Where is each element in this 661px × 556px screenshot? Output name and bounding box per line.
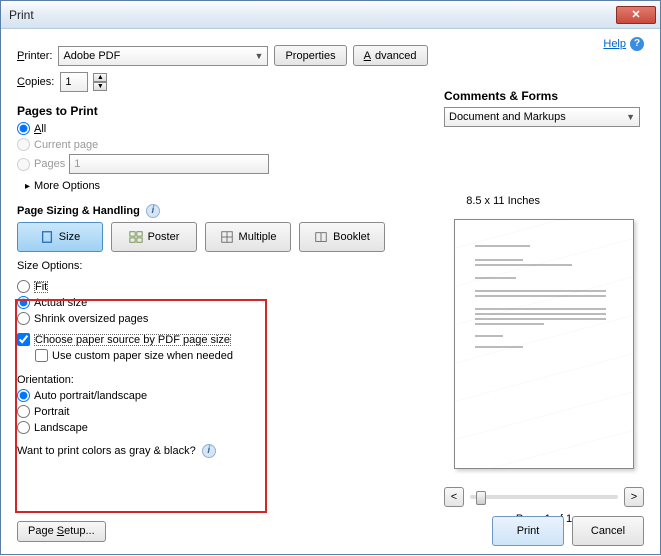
help-icon[interactable]: ? bbox=[630, 37, 644, 51]
more-options-toggle[interactable]: ▸ More Options bbox=[25, 180, 644, 192]
radio-fit[interactable] bbox=[17, 280, 30, 293]
print-button[interactable]: Print bbox=[492, 516, 564, 546]
copies-label: Copies: bbox=[17, 76, 54, 88]
page-setup-button[interactable]: Page Setup... bbox=[17, 521, 106, 542]
size-icon bbox=[40, 230, 54, 244]
titlebar: Print ✕ bbox=[1, 1, 660, 29]
copies-spinner[interactable]: ▲▼ bbox=[93, 73, 107, 91]
cancel-button[interactable]: Cancel bbox=[572, 516, 644, 546]
multiple-button[interactable]: Multiple bbox=[205, 222, 291, 252]
close-icon: ✕ bbox=[631, 8, 640, 21]
poster-icon bbox=[129, 230, 143, 244]
copies-input[interactable] bbox=[60, 72, 88, 92]
printer-value: Adobe PDF bbox=[63, 50, 120, 62]
chevron-down-icon: ▼ bbox=[626, 112, 635, 122]
comments-heading: Comments & Forms bbox=[444, 89, 644, 103]
radio-pages-label: Pages bbox=[34, 158, 65, 170]
radio-current-page bbox=[17, 138, 30, 151]
printer-select[interactable]: Adobe PDF ▼ bbox=[58, 46, 268, 66]
size-button[interactable]: Size bbox=[17, 222, 103, 252]
more-options-label: More Options bbox=[34, 180, 100, 192]
multiple-icon bbox=[220, 230, 234, 244]
printer-label: Printer: bbox=[17, 50, 52, 62]
poster-button[interactable]: Poster bbox=[111, 222, 197, 252]
print-preview-page bbox=[454, 219, 634, 469]
pages-range-input bbox=[69, 154, 269, 174]
chevron-down-icon: ▼ bbox=[255, 51, 264, 61]
prev-page-button[interactable]: < bbox=[444, 487, 464, 507]
radio-current-label: Current page bbox=[34, 139, 98, 151]
booklet-button[interactable]: Booklet bbox=[299, 222, 385, 252]
info-icon[interactable]: i bbox=[146, 204, 160, 218]
highlight-box bbox=[15, 299, 267, 513]
comments-select[interactable]: Document and Markups ▼ bbox=[444, 107, 640, 127]
radio-pages bbox=[17, 158, 30, 171]
comments-value: Document and Markups bbox=[449, 111, 566, 123]
triangle-right-icon: ▸ bbox=[25, 181, 30, 192]
window-title: Print bbox=[9, 8, 34, 22]
advanced-button[interactable]: Advanced bbox=[353, 45, 428, 66]
radio-fit-label: Fit bbox=[34, 281, 48, 293]
radio-all[interactable] bbox=[17, 122, 30, 135]
close-button[interactable]: ✕ bbox=[616, 6, 656, 24]
page-slider[interactable] bbox=[470, 495, 618, 499]
properties-button[interactable]: Properties bbox=[274, 45, 346, 66]
print-dialog: Print ✕ Help ? Printer: Adobe PDF ▼ Prop… bbox=[0, 0, 661, 555]
booklet-icon bbox=[314, 230, 328, 244]
sizing-heading: Page Sizing & Handling bbox=[17, 205, 140, 217]
radio-all-label: All bbox=[34, 123, 46, 135]
next-page-button[interactable]: > bbox=[624, 487, 644, 507]
preview-dimensions: 8.5 x 11 Inches bbox=[466, 195, 540, 207]
help-link[interactable]: Help bbox=[603, 38, 626, 50]
